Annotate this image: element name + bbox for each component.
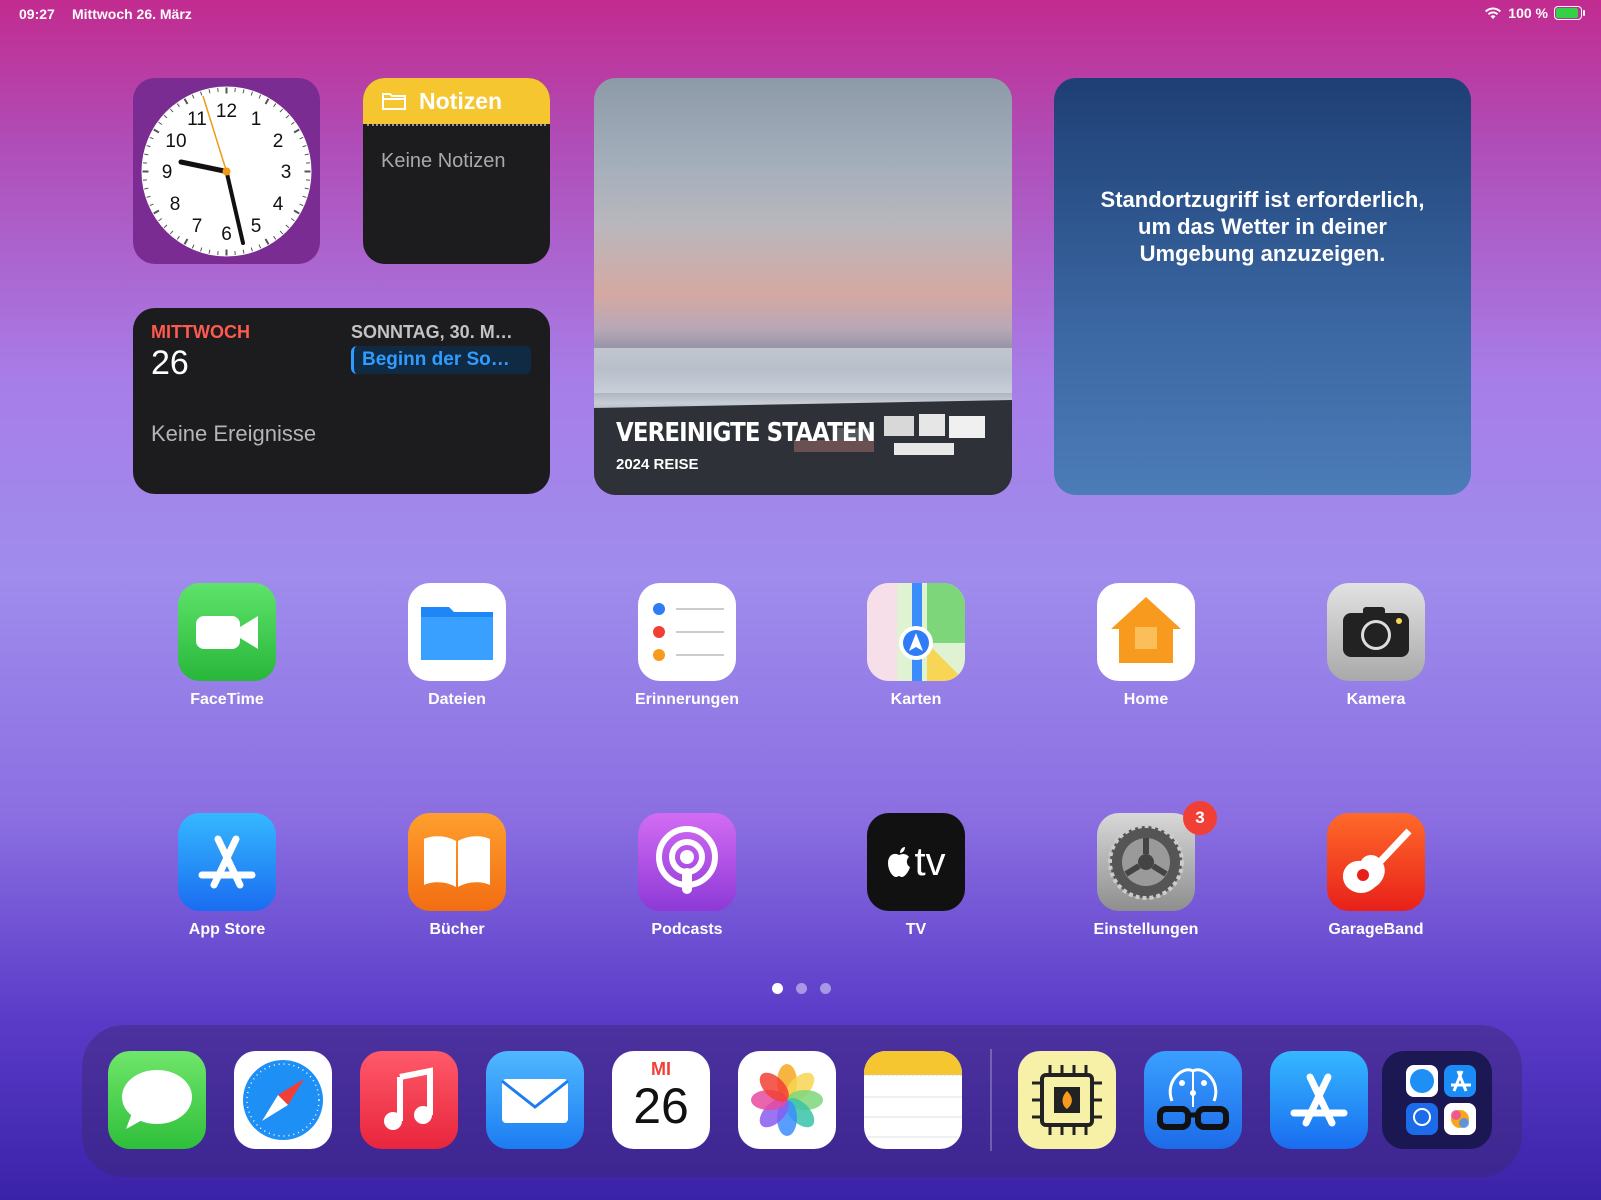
app-files[interactable]: Dateien — [387, 583, 527, 709]
notes-empty-text: Keine Notizen — [381, 150, 506, 172]
safari-icon[interactable] — [234, 1051, 332, 1149]
svg-text:1: 1 — [251, 109, 262, 130]
app-label: TV — [905, 921, 927, 938]
app-label: Kamera — [1346, 691, 1406, 708]
books-icon — [408, 813, 506, 911]
battery-icon — [1554, 6, 1585, 20]
notes-widget[interactable]: Notizen Keine Notizen — [363, 78, 550, 264]
status-date: Mittwoch 26. März — [72, 6, 192, 22]
calendar-icon-month: MI — [651, 1059, 671, 1079]
svg-text:6: 6 — [221, 224, 232, 245]
camera-icon — [1327, 583, 1425, 681]
ai-brain-app-icon[interactable] — [1144, 1051, 1242, 1149]
notes-widget-header: Notizen — [363, 78, 550, 124]
status-right: 100 % — [1484, 5, 1585, 21]
app-library-icon[interactable] — [1382, 1051, 1492, 1149]
app-label: Home — [1123, 691, 1169, 708]
calendar-widget[interactable]: MITTWOCH 26 Keine Ereignisse SONNTAG, 30… — [133, 308, 550, 494]
app-podcasts[interactable]: Podcasts — [617, 813, 757, 939]
photos-icon[interactable] — [738, 1051, 836, 1149]
app-label: GarageBand — [1328, 921, 1424, 938]
settings-badge: 3 — [1183, 801, 1217, 835]
facetime-icon — [178, 583, 276, 681]
mail-icon[interactable] — [486, 1051, 584, 1149]
podcasts-icon — [638, 813, 736, 911]
page-dot[interactable] — [820, 983, 831, 994]
app-appstore[interactable]: App Store — [157, 813, 297, 939]
app-label: Bücher — [429, 921, 485, 938]
dock-separator — [990, 1049, 992, 1151]
home-icon — [1097, 583, 1195, 681]
files-icon — [408, 583, 506, 681]
app-settings[interactable]: 3 Einstellungen — [1076, 801, 1217, 939]
app-label: Erinnerungen — [634, 691, 739, 708]
clock-widget[interactable]: 12 1 2 345 678 9 10 11 — [133, 78, 320, 264]
maps-icon — [867, 583, 965, 681]
weather-widget[interactable]: Standortzugriff ist erforderlich, um das… — [1054, 78, 1471, 495]
status-bar: 09:27 Mittwoch 26. März 100 % — [0, 0, 1601, 28]
notes-widget-title: Notizen — [419, 87, 503, 114]
page-dot[interactable] — [796, 983, 807, 994]
app-label: Einstellungen — [1093, 921, 1199, 938]
calendar-weekday: MITTWOCH — [151, 322, 250, 342]
calendar-day-number: 26 — [151, 344, 189, 382]
app-reminders[interactable]: Erinnerungen — [617, 583, 757, 709]
svg-text:4: 4 — [273, 194, 284, 215]
app-tv[interactable]: tv TV — [846, 813, 986, 939]
settings-icon — [1097, 813, 1195, 911]
calendar-icon[interactable]: MI 26 — [612, 1051, 710, 1149]
app-label: Dateien — [428, 691, 486, 708]
cpu-app-icon[interactable] — [1018, 1051, 1116, 1149]
status-time: 09:27 — [19, 6, 55, 22]
app-camera[interactable]: Kamera — [1306, 583, 1446, 709]
page-dot[interactable] — [772, 983, 783, 994]
calendar-icon-day: 26 — [633, 1078, 689, 1134]
app-books[interactable]: Bücher — [387, 813, 527, 939]
tv-icon: tv — [867, 813, 965, 911]
photo-memory-title: VEREINIGTE STAATEN — [616, 418, 876, 448]
app-label: FaceTime — [190, 691, 264, 708]
svg-text:12: 12 — [216, 101, 237, 122]
tv-text: tv — [914, 839, 946, 884]
reminders-icon — [638, 583, 736, 681]
analog-clock-icon: 12 12 345 678 91011 — [141, 86, 312, 257]
dock: MI 26 — [82, 1025, 1522, 1177]
app-home[interactable]: Home — [1076, 583, 1216, 709]
appstore-icon — [178, 813, 276, 911]
svg-text:10: 10 — [165, 131, 186, 152]
svg-text:7: 7 — [192, 216, 203, 237]
svg-text:3: 3 — [281, 162, 292, 183]
photo-memory-subtitle: 2024 REISE — [616, 456, 699, 473]
svg-text:9: 9 — [162, 162, 173, 183]
messages-icon[interactable] — [108, 1051, 206, 1149]
svg-text:5: 5 — [251, 216, 262, 237]
weather-message: Standortzugriff ist erforderlich, um das… — [1100, 187, 1425, 266]
app-label: Karten — [890, 691, 942, 708]
notes-icon[interactable] — [864, 1051, 962, 1149]
appstore-icon[interactable] — [1270, 1051, 1368, 1149]
app-label: Podcasts — [651, 921, 723, 938]
garageband-icon — [1327, 813, 1425, 911]
app-facetime[interactable]: FaceTime — [157, 583, 297, 709]
svg-text:8: 8 — [170, 194, 181, 215]
battery-percent: 100 % — [1508, 5, 1548, 21]
wifi-icon — [1485, 7, 1502, 19]
svg-text:11: 11 — [187, 109, 207, 130]
folder-icon — [382, 93, 406, 110]
app-maps[interactable]: Karten — [846, 583, 986, 709]
app-garageband[interactable]: GarageBand — [1306, 813, 1446, 939]
music-icon[interactable] — [360, 1051, 458, 1149]
app-label: App Store — [188, 921, 266, 938]
photos-widget[interactable]: VEREINIGTE STAATEN 2024 REISE — [594, 78, 1012, 495]
svg-text:2: 2 — [273, 131, 284, 152]
calendar-event[interactable]: Beginn der So… — [351, 346, 531, 374]
calendar-empty-text: Keine Ereignisse — [151, 421, 317, 446]
calendar-next-date: SONNTAG, 30. M… — [351, 322, 513, 342]
page-indicator[interactable] — [772, 983, 831, 994]
